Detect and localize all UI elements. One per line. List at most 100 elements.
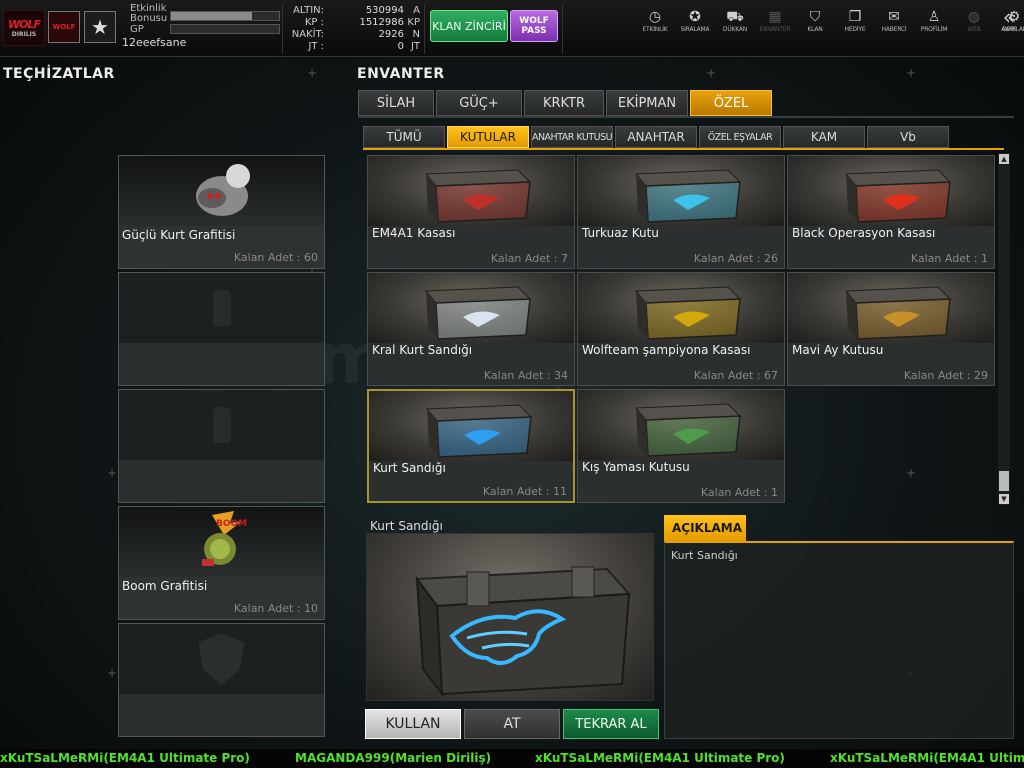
sub-tab[interactable]: KUTULAR	[447, 126, 529, 148]
chest-icon	[634, 286, 742, 340]
slot-count: Kalan Adet : 60	[233, 251, 318, 264]
main-tab[interactable]: GÜÇ+	[436, 90, 522, 116]
wolf-pass-button[interactable]: WOLF PASS	[510, 10, 558, 42]
divider	[562, 4, 563, 54]
equipment-slot[interactable]	[118, 272, 325, 386]
ticker-message: MAGANDA999(Marien Diriliş)	[295, 751, 492, 765]
nav-clock[interactable]: ◷ ETKİNLİK	[635, 8, 675, 33]
megaphone-icon: ✉	[888, 9, 900, 25]
slot-count: Kalan Adet : 10	[233, 602, 318, 615]
main-tab[interactable]: EKİPMAN	[606, 90, 688, 116]
drop-button[interactable]: AT	[464, 709, 560, 739]
inventory-item[interactable]: Kral Kurt Sandığı Kalan Adet : 34	[367, 272, 575, 386]
nav-globe[interactable]: ◍ WEB	[954, 8, 994, 33]
scrollbar-thumb[interactable]	[999, 471, 1009, 491]
item-count: Kalan Adet : 11	[482, 485, 567, 498]
ticker-message: xKuTSaLMeRMi(EM4A1 Ultimate Pro)	[535, 751, 785, 765]
currency-value: 0	[397, 41, 404, 52]
scrollbar-track[interactable]	[998, 153, 1010, 505]
nav-megaphone[interactable]: ✉ HABERCİ	[874, 8, 914, 33]
item-image	[578, 156, 784, 226]
item-image	[368, 273, 574, 343]
profile-icon: ♙	[927, 9, 941, 25]
main-tab-label: KRKTR	[542, 95, 586, 111]
sub-tab-label: ANAHTAR KUTUSU	[531, 131, 613, 143]
svg-text:BOOM: BOOM	[216, 519, 247, 529]
slot-image	[119, 156, 324, 226]
chest-icon	[844, 286, 952, 340]
item-count: Kalan Adet : 26	[693, 252, 778, 265]
currency-panel: ALTIN: 530994 A KP :1512986 KP NAKİT: 2926 N JT …	[284, 5, 420, 53]
item-name: Turkuaz Kutu	[582, 226, 659, 240]
shield-icon: ⛉	[809, 9, 821, 25]
main-tab[interactable]: KRKTR	[524, 90, 604, 116]
equipment-slot[interactable]: BOOM Boom Grafitisi Kalan Adet : 10	[118, 506, 325, 620]
back-icon: «	[1002, 5, 1016, 29]
inventory-item[interactable]: Kurt Sandığı Kalan Adet : 11	[367, 389, 575, 503]
inventory-item[interactable]: Turkuaz Kutu Kalan Adet : 26	[577, 155, 785, 269]
nav-cart[interactable]: ⛟ DÜKKAN	[715, 8, 755, 33]
chest-icon	[634, 169, 742, 223]
logo-subtext: DIRILIS	[11, 31, 37, 38]
star-icon[interactable]: ★	[84, 11, 116, 43]
equipment-slot[interactable]	[118, 623, 325, 737]
scroll-down-icon[interactable]: ▼	[999, 494, 1009, 504]
repeat-buy-label: TEKRAR AL	[575, 716, 647, 732]
currency-value: 2926	[378, 29, 404, 40]
slot-footer	[119, 343, 324, 385]
inventory-item[interactable]: Black Operasyon Kasası Kalan Adet : 1	[787, 155, 995, 269]
bonus-progress-fill	[171, 12, 252, 20]
drop-label: AT	[503, 716, 521, 732]
inventory-item[interactable]: Wolfteam şampiyona Kasası Kalan Adet : 67	[577, 272, 785, 386]
equipment-slot[interactable]: Güçlü Kurt Grafitisi Kalan Adet : 60	[118, 155, 325, 269]
nav-medal[interactable]: ✪ SIRALAMA	[675, 8, 715, 33]
sub-tab-label: Vb	[900, 130, 916, 144]
nav-back[interactable]: «GERİ	[989, 5, 1024, 33]
currency-label: KP :	[304, 17, 324, 28]
item-image	[578, 390, 784, 460]
top-bar: WOLF DIRILIS WOLF ★ Etkinlik Bonusu GP 1…	[0, 0, 1024, 57]
sub-tab[interactable]: Vb	[867, 126, 949, 148]
bonus-progress-bar	[170, 11, 280, 21]
repeat-buy-button[interactable]: TEKRAR AL	[563, 709, 659, 739]
sub-tab[interactable]: ANAHTAR	[615, 126, 697, 148]
ticker-message: xKuTSaLMeRMi(EM4A1 Ultimate Pro)	[0, 751, 250, 765]
nav-label: ENVANTER	[759, 26, 791, 33]
klan-chain-label: KLAN ZİNCİRİ	[432, 19, 506, 33]
main-tab-label: EKİPMAN	[617, 95, 677, 111]
sub-tab[interactable]: TÜMÜ	[363, 126, 445, 148]
game-logo: WOLF DIRILIS	[3, 10, 45, 46]
nav-gift[interactable]: ❒ HEDİYE	[835, 8, 875, 33]
use-button[interactable]: KULLAN	[365, 709, 461, 739]
chest-icon	[424, 286, 532, 340]
nav-profile[interactable]: ♙ PROFİLİM	[914, 8, 954, 33]
rank-badge[interactable]: WOLF	[48, 11, 80, 43]
klan-chain-button[interactable]: KLAN ZİNCİRİ	[430, 10, 508, 42]
inventory-item[interactable]: Mavi Ay Kutusu Kalan Adet : 29	[787, 272, 995, 386]
currency-unit: JT	[410, 41, 420, 52]
description-tab[interactable]: AÇIKLAMA	[664, 515, 746, 541]
nav-inventory[interactable]: ▦ ENVANTER	[755, 8, 795, 33]
scroll-up-icon[interactable]: ▲	[999, 154, 1009, 164]
chest-icon	[634, 403, 742, 457]
divider	[282, 4, 283, 54]
nav-label: ETKİNLİK	[642, 26, 668, 33]
main-tab[interactable]: ÖZEL	[690, 90, 772, 116]
currency-row: JT : 0 JT	[284, 41, 420, 53]
currency-unit: N	[412, 29, 420, 40]
item-count: Kalan Adet : 67	[693, 369, 778, 382]
item-name: EM4A1 Kasası	[372, 226, 456, 240]
spray-can-icon	[212, 407, 231, 443]
sub-tab-label: ANAHTAR	[627, 130, 685, 144]
main-tab[interactable]: SİLAH	[358, 90, 434, 116]
sub-tab-label: KUTULAR	[460, 130, 516, 144]
nav-shield[interactable]: ⛉ KLAN	[795, 8, 835, 33]
inventory-item[interactable]: Kış Yaması Kutusu Kalan Adet : 1	[577, 389, 785, 503]
inventory-item[interactable]: EM4A1 Kasası Kalan Adet : 7	[367, 155, 575, 269]
sub-tab[interactable]: KAM	[783, 126, 865, 148]
sub-tab[interactable]: ÖZEL EŞYALAR	[699, 126, 781, 148]
gp-label: GP	[130, 24, 144, 35]
sub-tab[interactable]: ANAHTAR KUTUSU	[531, 126, 613, 148]
item-name: Kış Yaması Kutusu	[582, 460, 690, 474]
equipment-slot[interactable]	[118, 389, 325, 503]
